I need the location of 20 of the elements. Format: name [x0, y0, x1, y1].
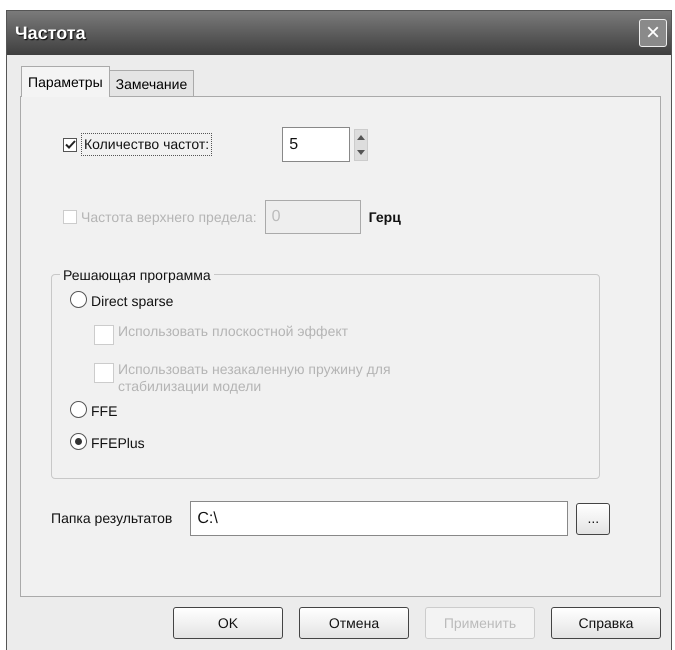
radio-button[interactable] [70, 401, 87, 418]
dialog-button[interactable]: Отмена [299, 607, 409, 639]
browse-button[interactable]: ... [576, 502, 610, 534]
folder-label: Папка результатов [51, 509, 172, 528]
radio-label[interactable]: Direct sparse [91, 291, 174, 312]
tab[interactable]: Замечание [108, 70, 194, 96]
radio-label[interactable]: FFEPlus [91, 433, 145, 454]
tab[interactable]: Параметры [21, 66, 110, 97]
radio-button[interactable] [70, 291, 87, 308]
number-field[interactable]: 5 [282, 127, 350, 162]
radio-label[interactable]: FFE [91, 401, 118, 422]
spinner[interactable] [354, 128, 368, 160]
radio-button[interactable] [70, 433, 87, 450]
checkbox-label[interactable]: Количество частот: [81, 133, 212, 156]
folder-field[interactable]: C:\ [190, 501, 568, 536]
checkbox[interactable] [63, 138, 77, 152]
dialog-button[interactable]: OK [173, 607, 283, 639]
unit-label: Герц [368, 208, 401, 227]
window-title: Частота [15, 22, 86, 44]
dialog-button[interactable]: Справка [551, 607, 661, 639]
